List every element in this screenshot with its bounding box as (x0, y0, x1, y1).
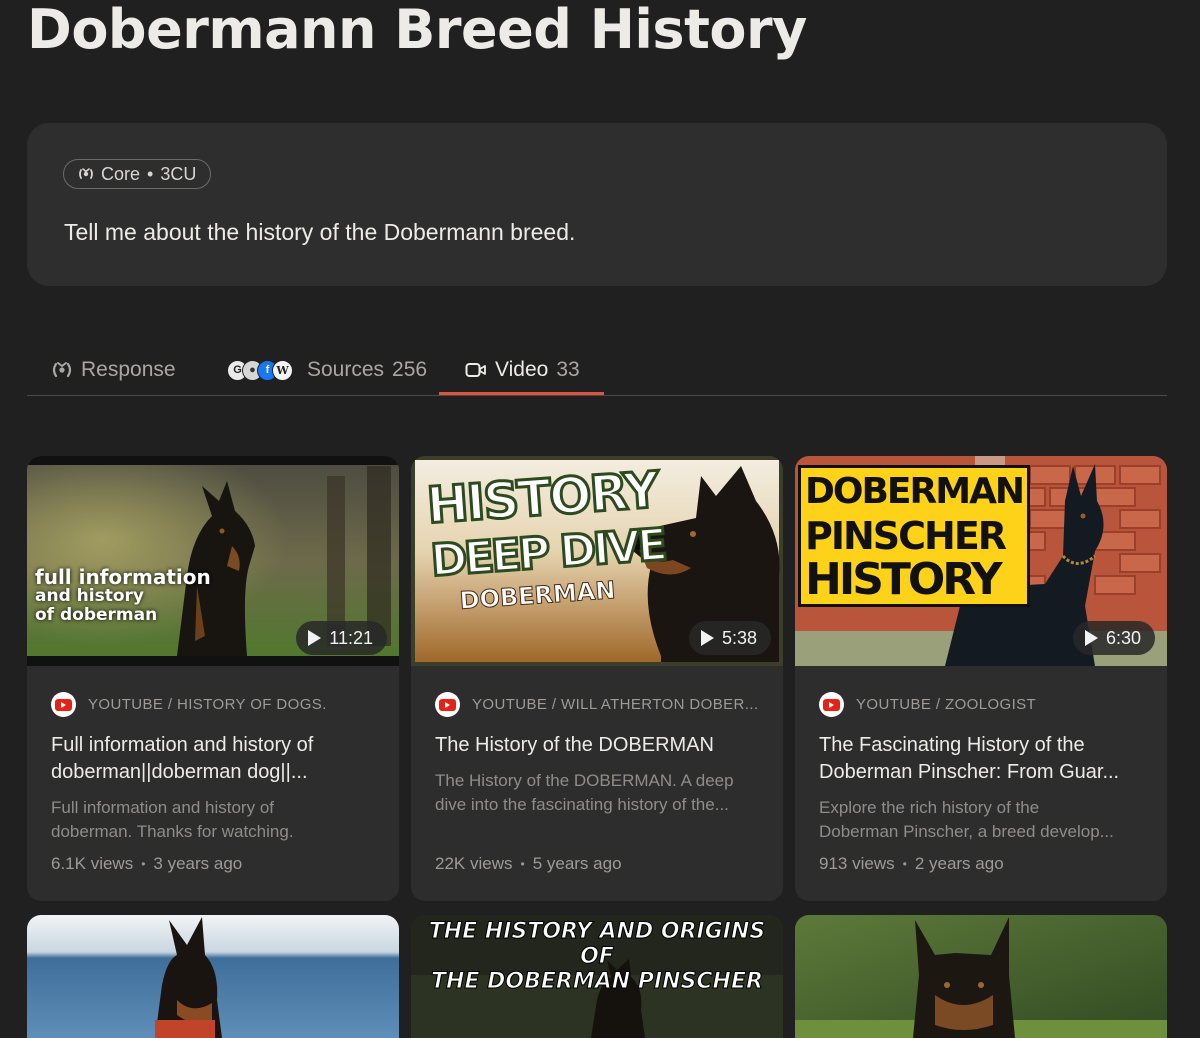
video-meta: 6.1K views • 3 years ago (51, 854, 242, 874)
thumbnail-image (27, 915, 399, 1038)
response-icon (52, 362, 72, 378)
duration-text: 5:38 (721, 627, 757, 648)
tab-video[interactable]: Video 33 (465, 345, 580, 395)
duration-text: 6:30 (1105, 627, 1141, 648)
video-title-line: The History of the DOBERMAN (435, 734, 714, 756)
video-card[interactable]: DOBERMAN PINSCHER HISTORY 6:30 YOUTUBE /… (795, 456, 1167, 901)
duration-badge: 6:30 (1072, 621, 1155, 655)
video-desc-line: doberman. Thanks for watching. (51, 822, 294, 841)
thumb-caption-line: THE HISTORY AND ORIGINS OF (428, 919, 766, 970)
video-source[interactable]: YOUTUBE / WILL ATHERTON DOBER... (435, 692, 765, 717)
meta-separator: • (902, 857, 907, 871)
video-thumbnail[interactable]: HISTORY DEEP DIVE DOBERMAN 5:38 (411, 456, 783, 666)
video-camera-icon (465, 363, 486, 377)
video-title-line: The Fascinating History of the (819, 734, 1085, 756)
result-tabs: Response G ● f W Sources 256 Video 33 (27, 345, 1167, 396)
video-card[interactable] (795, 915, 1167, 1038)
video-age: 3 years ago (153, 854, 243, 873)
video-card[interactable] (27, 915, 399, 1038)
active-tab-indicator (439, 392, 604, 395)
video-card[interactable]: full information and history of doberman… (27, 456, 399, 901)
page-title: Dobermann Breed History (27, 0, 807, 61)
video-source[interactable]: YOUTUBE / HISTORY OF DOGS. (51, 692, 381, 717)
thumb-caption-line: full information (35, 565, 211, 589)
video-card[interactable]: THE HISTORY AND ORIGINS OF THE DOBERMAN … (411, 915, 783, 1038)
tab-sources-label: Sources (307, 358, 385, 381)
query-text: Tell me about the history of the Doberma… (64, 219, 576, 245)
video-age: 5 years ago (532, 854, 622, 873)
tab-video-count: 33 (556, 358, 580, 381)
thumb-caption-box: DOBERMAN PINSCHER HISTORY (798, 465, 1031, 607)
meta-separator: • (520, 857, 525, 871)
video-source-label: YOUTUBE / HISTORY OF DOGS. (88, 696, 327, 713)
video-views: 6.1K views (51, 854, 134, 873)
video-title[interactable]: The Fascinating History of the Doberman … (819, 732, 1144, 786)
video-description: Full information and history of doberman… (51, 796, 376, 844)
video-desc-line: Full information and history of (51, 798, 274, 817)
tab-video-label: Video (495, 358, 549, 381)
play-icon (1084, 630, 1098, 646)
video-desc-line: Explore the rich history of the (819, 798, 1040, 817)
wikipedia-icon: W (272, 359, 293, 381)
youtube-icon (51, 692, 76, 717)
tab-sources[interactable]: G ● f W Sources 256 (227, 345, 427, 395)
video-title[interactable]: Full information and history of doberman… (51, 732, 376, 786)
source-favicons: G ● f W (227, 359, 293, 381)
thumb-caption-line: PINSCHER (805, 514, 1007, 558)
youtube-icon (819, 692, 844, 717)
video-description: Explore the rich history of the Doberman… (819, 796, 1144, 844)
video-title-line: Full information and history of (51, 734, 314, 756)
thumb-caption-line: THE DOBERMAN PINSCHER (431, 969, 764, 995)
video-meta: 913 views • 2 years ago (819, 854, 1004, 874)
thumb-caption-line: DOBERMAN (805, 471, 1025, 512)
model-icon (79, 168, 93, 179)
video-description: The History of the DOBERMAN. A deep dive… (435, 769, 760, 817)
thumb-caption-line: HISTORY (805, 554, 1003, 605)
video-desc-line: dive into the fascinating history of the… (435, 795, 729, 814)
thumbnail-image (795, 915, 1167, 1038)
duration-badge: 5:38 (688, 621, 771, 655)
tab-response-label: Response (81, 358, 176, 381)
video-thumbnail[interactable]: full information and history of doberman… (27, 456, 399, 666)
thumb-caption-line: and history (35, 586, 144, 606)
query-card: Core • 3CU Tell me about the history of … (27, 123, 1167, 286)
model-chip[interactable]: Core • 3CU (63, 159, 212, 189)
meta-separator: • (141, 857, 146, 871)
tab-sources-count: 256 (392, 358, 428, 381)
model-cost: 3CU (160, 163, 197, 184)
video-card[interactable]: HISTORY DEEP DIVE DOBERMAN 5:38 YOUTUBE … (411, 456, 783, 901)
tab-response[interactable]: Response (51, 345, 176, 395)
video-views: 22K views (435, 854, 513, 873)
youtube-icon (435, 692, 460, 717)
play-icon (308, 630, 322, 646)
video-title[interactable]: The History of the DOBERMAN (435, 732, 760, 759)
play-icon (700, 630, 714, 646)
chip-separator: • (147, 163, 154, 184)
video-title-line: Doberman Pinscher: From Guar... (819, 761, 1120, 783)
duration-badge: 11:21 (296, 621, 387, 655)
video-thumbnail[interactable]: DOBERMAN PINSCHER HISTORY 6:30 (795, 456, 1167, 666)
duration-text: 11:21 (329, 627, 373, 648)
video-views: 913 views (819, 854, 895, 873)
video-desc-line: Doberman Pinscher, a breed develop... (819, 822, 1114, 841)
video-age: 2 years ago (914, 854, 1004, 873)
video-source[interactable]: YOUTUBE / ZOOLOGIST (819, 692, 1149, 717)
video-source-label: YOUTUBE / ZOOLOGIST (856, 696, 1037, 713)
video-source-label: YOUTUBE / WILL ATHERTON DOBER... (472, 696, 759, 713)
video-meta: 22K views • 5 years ago (435, 854, 622, 874)
thumb-caption-line: of doberman (35, 605, 158, 625)
video-desc-line: The History of the DOBERMAN. A deep (435, 771, 734, 790)
video-title-line: doberman||doberman dog||... (51, 761, 308, 783)
model-name: Core (101, 163, 141, 184)
